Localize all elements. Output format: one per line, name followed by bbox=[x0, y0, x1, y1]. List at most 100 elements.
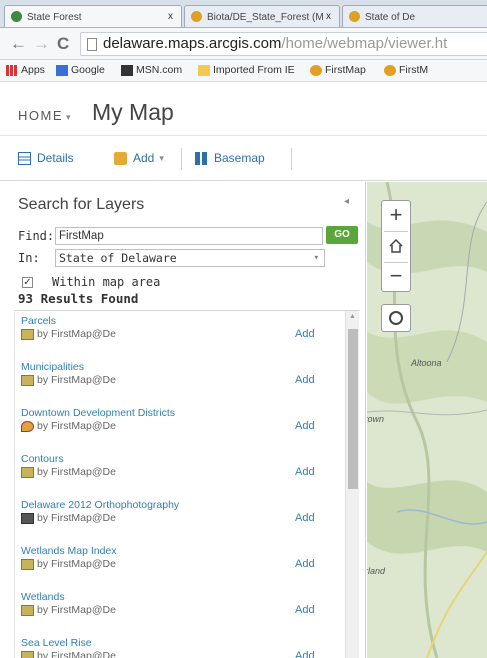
search-layers-panel: Search for Layers ◂ Find: FirstMap GO In… bbox=[0, 182, 366, 658]
apps-grid-icon bbox=[6, 64, 18, 76]
within-map-area-checkbox[interactable]: ✓ bbox=[22, 277, 33, 288]
result-owner: by FirstMap@De bbox=[37, 466, 116, 478]
browser-tab[interactable]: State of De bbox=[342, 5, 487, 27]
home-menu[interactable]: HOME ▾ bbox=[18, 108, 72, 123]
add-button[interactable]: Add ▾ bbox=[114, 151, 164, 165]
basemap-button[interactable]: Basemap bbox=[195, 151, 265, 165]
locate-icon bbox=[389, 311, 403, 325]
add-layer-link[interactable]: Add bbox=[295, 374, 315, 386]
zoom-in-button[interactable]: + bbox=[382, 201, 410, 231]
result-title-link[interactable]: Wetlands bbox=[21, 591, 65, 603]
app-header: HOME ▾ My Map bbox=[0, 83, 487, 131]
browser-tab[interactable]: Biota/DE_State_Forest (M x bbox=[184, 5, 340, 27]
list-item: Wetlands Map Index by FirstMap@De Add bbox=[15, 545, 345, 591]
result-title-link[interactable]: Contours bbox=[21, 453, 64, 465]
feature-layer-icon bbox=[21, 467, 34, 478]
add-layer-link[interactable]: Add bbox=[295, 650, 315, 658]
details-label: Details bbox=[37, 151, 74, 165]
add-layer-link[interactable]: Add bbox=[295, 512, 315, 524]
add-layer-icon bbox=[114, 151, 127, 165]
zoom-out-button[interactable]: − bbox=[382, 262, 410, 292]
search-input[interactable]: FirstMap bbox=[55, 227, 323, 245]
result-title-link[interactable]: Municipalities bbox=[21, 361, 84, 373]
bookmark-label: FirstMap bbox=[325, 64, 366, 76]
result-title-link[interactable]: Parcels bbox=[21, 315, 56, 327]
add-layer-link[interactable]: Add bbox=[295, 420, 315, 432]
globe-icon bbox=[11, 11, 22, 22]
reload-icon[interactable]: C bbox=[57, 35, 69, 53]
browser-tab[interactable]: State Forest x bbox=[4, 5, 182, 27]
collapse-panel-icon[interactable]: ◂ bbox=[344, 196, 349, 207]
map-view[interactable]: Altoona town rland + − bbox=[367, 182, 487, 658]
bookmark-label: Imported From IE bbox=[213, 64, 295, 76]
list-item: Municipalities by FirstMap@De Add bbox=[15, 361, 345, 407]
scroll-up-icon[interactable]: ▲ bbox=[349, 313, 356, 320]
result-owner: by FirstMap@De bbox=[37, 420, 116, 432]
list-item: Delaware 2012 Orthophotography by FirstM… bbox=[15, 499, 345, 545]
home-label: HOME bbox=[18, 108, 63, 123]
map-place-label: Altoona bbox=[411, 358, 442, 368]
go-button[interactable]: GO bbox=[326, 226, 358, 244]
locate-button[interactable] bbox=[381, 304, 411, 332]
add-layer-link[interactable]: Add bbox=[295, 558, 315, 570]
details-icon bbox=[18, 151, 31, 165]
result-title-link[interactable]: Downtown Development Districts bbox=[21, 407, 175, 419]
bookmark-label: Google bbox=[71, 64, 105, 76]
close-icon[interactable]: x bbox=[326, 11, 331, 22]
list-item: Wetlands by FirstMap@De Add bbox=[15, 591, 345, 637]
add-layer-link[interactable]: Add bbox=[295, 466, 315, 478]
home-icon bbox=[389, 238, 403, 253]
find-label: Find: bbox=[18, 229, 55, 243]
close-icon[interactable]: x bbox=[168, 11, 173, 22]
bookmark-firstmap[interactable]: FirstMap bbox=[310, 64, 366, 76]
forward-arrow-icon[interactable]: → bbox=[33, 35, 50, 53]
scrollbar-thumb[interactable] bbox=[348, 329, 358, 489]
address-bar[interactable]: delaware.maps.arcgis.com/home/webmap/vie… bbox=[80, 32, 487, 56]
bookmark-google[interactable]: Google bbox=[56, 64, 105, 76]
map-toolbar: Details Add ▾ Basemap bbox=[0, 135, 487, 181]
add-layer-link[interactable]: Add bbox=[295, 328, 315, 340]
arcgis-icon bbox=[384, 64, 396, 76]
bookmark-apps[interactable]: Apps bbox=[6, 64, 45, 76]
results-count: 93 Results Found bbox=[18, 291, 139, 306]
bookmark-firstmap-2[interactable]: FirstM bbox=[384, 64, 428, 76]
tab-title: State Forest bbox=[27, 11, 82, 23]
bookmark-msn[interactable]: MSN.com bbox=[121, 64, 182, 76]
result-owner: by FirstMap@De bbox=[37, 604, 116, 616]
url-path: /home/webmap/viewer.ht bbox=[281, 35, 448, 52]
result-owner: by FirstMap@De bbox=[37, 328, 116, 340]
tab-title: Biota/DE_State_Forest (M bbox=[207, 11, 324, 23]
bookmark-label: Apps bbox=[21, 64, 45, 76]
search-scope-value: State of Delaware bbox=[59, 251, 177, 265]
result-title-link[interactable]: Delaware 2012 Orthophotography bbox=[21, 499, 179, 511]
back-arrow-icon[interactable]: ← bbox=[10, 35, 27, 53]
result-owner: by FirstMap@De bbox=[37, 558, 116, 570]
result-title-link[interactable]: Sea Level Rise bbox=[21, 637, 92, 649]
url-host: delaware.maps.arcgis.com bbox=[103, 35, 282, 52]
details-button[interactable]: Details bbox=[18, 151, 74, 165]
zoom-control: + − bbox=[381, 200, 411, 292]
arcgis-icon bbox=[310, 64, 322, 76]
browser-toolbar: ← → C delaware.maps.arcgis.com/home/webm… bbox=[0, 28, 487, 60]
toolbar-divider bbox=[181, 148, 182, 170]
result-owner: by FirstMap@De bbox=[37, 650, 116, 658]
chevron-down-icon: ▾ bbox=[313, 253, 319, 263]
list-item: Parcels by FirstMap@De Add bbox=[15, 315, 345, 361]
folder-icon bbox=[198, 64, 210, 76]
list-item: Downtown Development Districts by FirstM… bbox=[15, 407, 345, 453]
home-extent-button[interactable] bbox=[382, 231, 410, 261]
google-icon bbox=[56, 64, 68, 76]
map-place-label: town bbox=[367, 414, 385, 424]
toolbar-divider bbox=[291, 148, 292, 170]
basemap-grid-icon bbox=[195, 151, 208, 165]
within-map-area-label: Within map area bbox=[52, 275, 161, 289]
map-place-label: rland bbox=[367, 566, 386, 576]
add-layer-link[interactable]: Add bbox=[295, 604, 315, 616]
search-scope-select[interactable]: State of Delaware ▾ bbox=[55, 249, 325, 267]
list-item: Sea Level Rise by FirstMap@De Add bbox=[15, 637, 345, 658]
page-title: My Map bbox=[92, 99, 174, 125]
bookmark-folder-imported[interactable]: Imported From IE bbox=[198, 64, 295, 76]
results-scrollbar[interactable]: ▲ bbox=[345, 311, 359, 658]
result-title-link[interactable]: Wetlands Map Index bbox=[21, 545, 117, 557]
arcgis-icon bbox=[191, 11, 202, 22]
